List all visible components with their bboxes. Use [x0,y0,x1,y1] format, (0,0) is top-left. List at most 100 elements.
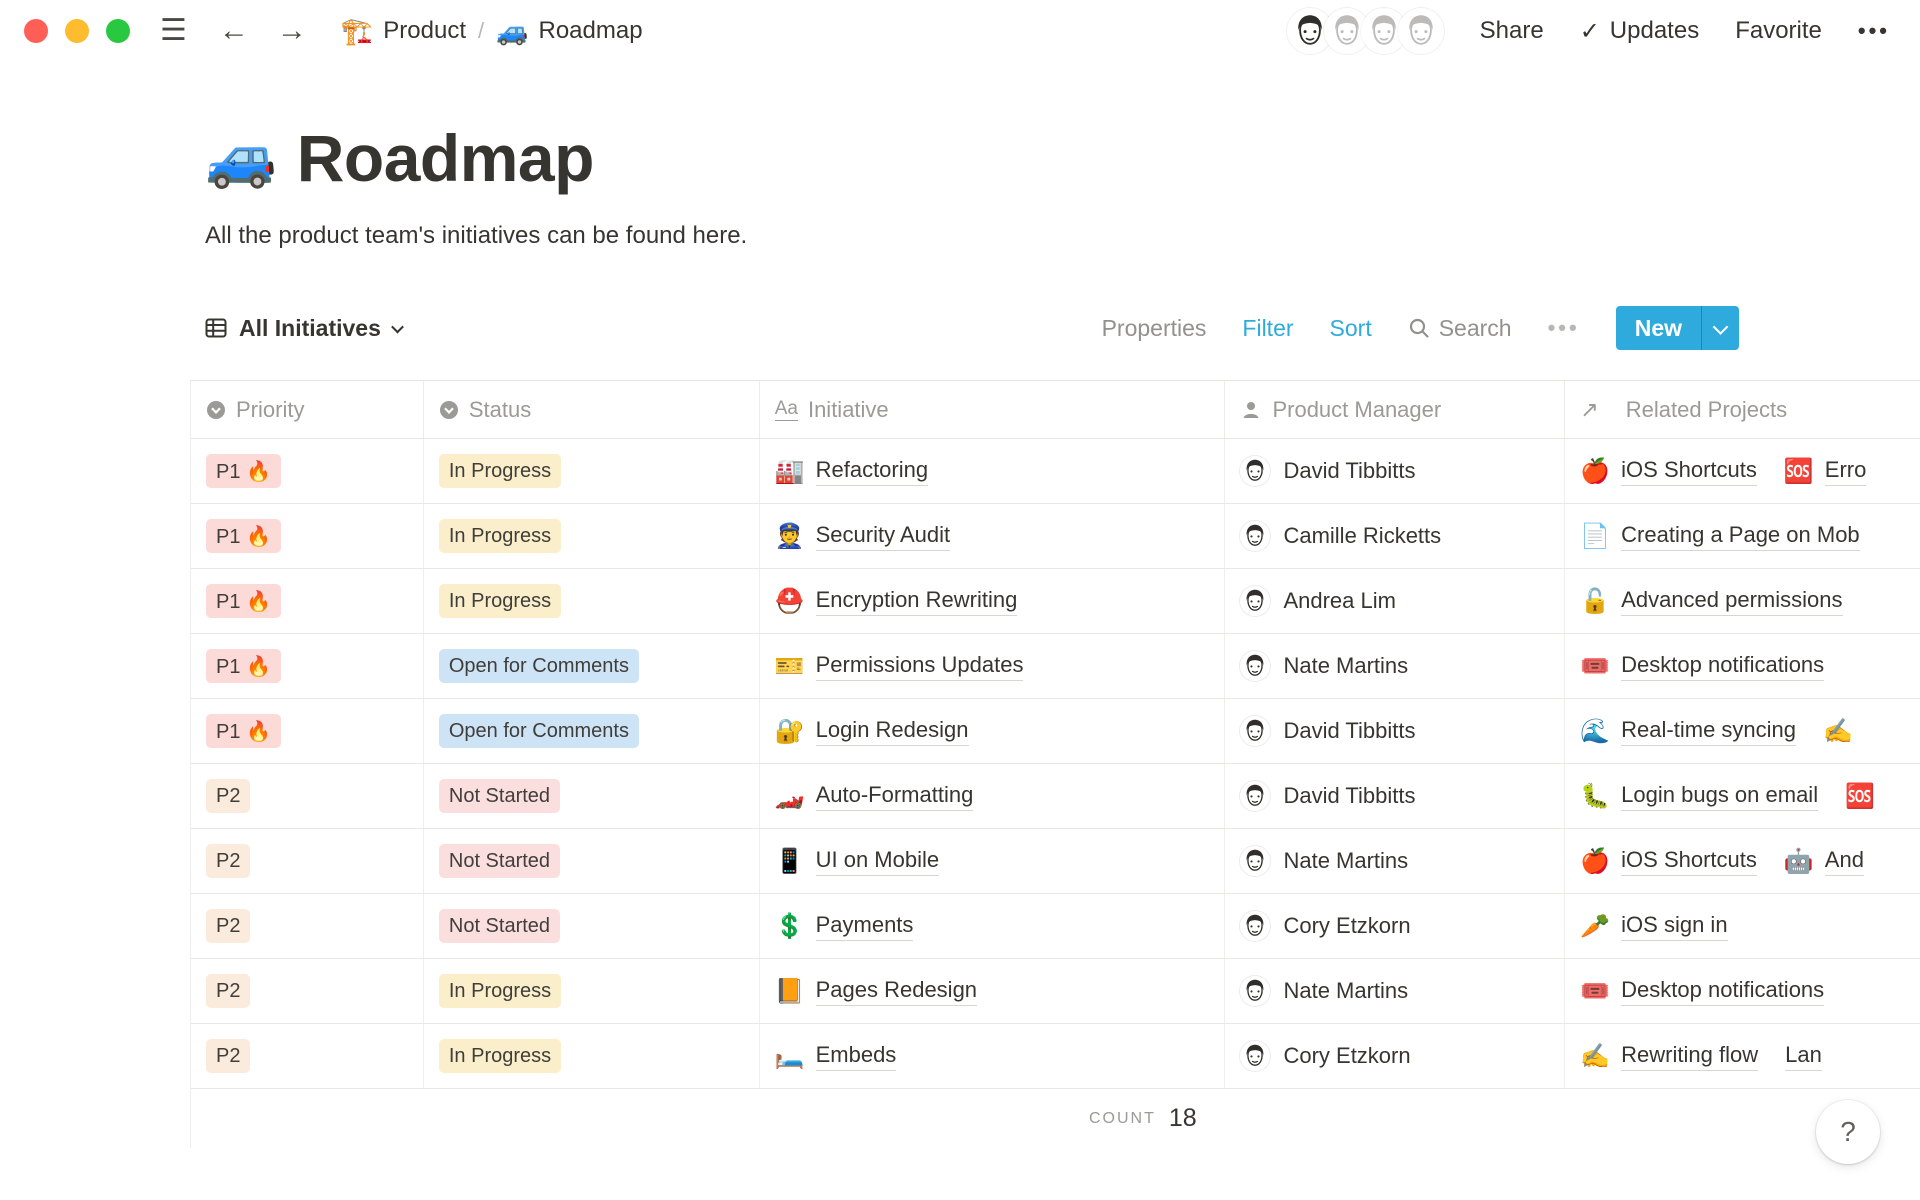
priority-cell[interactable]: P2 [191,829,424,893]
related-project-link[interactable]: 🎟️Desktop notifications [1580,652,1824,681]
initiative-link[interactable]: Permissions Updates [816,652,1024,681]
related-project-label: iOS Shortcuts [1621,457,1757,486]
new-button[interactable]: New [1616,306,1701,350]
priority-cell[interactable]: P2 [191,764,424,828]
related-project-label: Desktop notifications [1621,977,1824,1006]
related-project-link[interactable]: ✍️Rewriting flow [1580,1042,1758,1071]
page-car-icon[interactable]: 🚙 [205,124,277,192]
status-cell[interactable]: In Progress [424,1024,760,1088]
initiative-link[interactable]: Payments [816,912,914,941]
filter-button[interactable]: Filter [1242,315,1293,342]
status-cell[interactable]: Not Started [424,894,760,958]
initiative-link[interactable]: Auto-Formatting [816,782,974,811]
priority-cell[interactable]: P1 🔥 [191,634,424,698]
column-header-product-manager[interactable]: Product Manager [1225,381,1565,438]
status-cell[interactable]: In Progress [424,504,760,568]
view-switcher[interactable]: All Initiatives [205,315,402,342]
manager-cell[interactable]: David Tibbitts [1225,764,1565,828]
manager-avatar [1240,846,1270,876]
help-button[interactable]: ? [1816,1100,1880,1164]
properties-button[interactable]: Properties [1102,315,1207,342]
toolbar-more-icon[interactable]: ••• [1548,315,1580,341]
status-cell[interactable]: In Progress [424,569,760,633]
initiative-link[interactable]: Embeds [816,1042,897,1071]
priority-cell[interactable]: P2 [191,894,424,958]
priority-cell[interactable]: P2 [191,959,424,1023]
related-project-link[interactable]: ✍️ [1823,717,1864,746]
status-badge: In Progress [439,1039,561,1073]
column-header-related-projects[interactable]: ↗ Related Projects [1565,381,1920,438]
sort-button[interactable]: Sort [1330,315,1372,342]
manager-cell[interactable]: Cory Etzkorn [1225,1024,1565,1088]
related-project-link[interactable]: 🌊Real-time syncing [1580,717,1796,746]
minimize-window-button[interactable] [65,19,89,43]
column-header-status[interactable]: Status [424,381,760,438]
related-projects-cell: 🍎iOS Shortcuts 🆘Erro [1565,439,1920,503]
status-badge: Not Started [439,844,560,878]
related-project-link[interactable]: 🤖And [1784,847,1864,876]
select-property-icon [439,400,459,420]
priority-badge: P1 🔥 [206,649,281,683]
status-cell[interactable]: Not Started [424,829,760,893]
close-window-button[interactable] [24,19,48,43]
more-options-icon[interactable]: ••• [1858,18,1890,44]
related-project-label: Login bugs on email [1621,782,1818,811]
status-cell[interactable]: In Progress [424,959,760,1023]
related-project-link[interactable]: 🥕iOS sign in [1580,912,1727,941]
favorite-button[interactable]: Favorite [1735,17,1822,45]
manager-cell[interactable]: Cory Etzkorn [1225,894,1565,958]
breadcrumb-product[interactable]: 🏗️ Product [341,16,466,47]
breadcrumb-roadmap[interactable]: 🚙 Roadmap [496,16,642,47]
priority-cell[interactable]: P2 [191,1024,424,1088]
manager-cell[interactable]: David Tibbitts [1225,699,1565,763]
priority-cell[interactable]: P1 🔥 [191,569,424,633]
status-cell[interactable]: Open for Comments [424,634,760,698]
status-cell[interactable]: In Progress [424,439,760,503]
initiative-link[interactable]: Pages Redesign [816,977,977,1006]
initiative-link[interactable]: UI on Mobile [816,847,940,876]
manager-cell[interactable]: Andrea Lim [1225,569,1565,633]
search-button[interactable]: Search [1408,315,1512,342]
related-project-link[interactable]: 🐛Login bugs on email [1580,782,1818,811]
relation-property-icon: ↗ [1580,397,1598,423]
updates-button[interactable]: ✓ Updates [1580,17,1700,46]
count-value: 18 [1169,1104,1197,1133]
related-project-link[interactable]: 🆘 [1845,782,1886,811]
manager-cell[interactable]: Camille Ricketts [1225,504,1565,568]
avatar[interactable] [1398,8,1444,54]
related-project-link[interactable]: 📄Creating a Page on Mob [1580,522,1859,551]
related-project-link[interactable]: Lan [1785,1042,1822,1071]
related-projects-cell: 🎟️Desktop notifications [1565,959,1920,1023]
status-badge: In Progress [439,454,561,488]
share-button[interactable]: Share [1480,17,1544,45]
priority-cell[interactable]: P1 🔥 [191,439,424,503]
zoom-window-button[interactable] [106,19,130,43]
initiative-link[interactable]: Refactoring [816,457,929,486]
related-project-link[interactable]: 🍎iOS Shortcuts [1580,847,1757,876]
back-icon[interactable]: ← [219,16,249,46]
priority-cell[interactable]: P1 🔥 [191,504,424,568]
manager-cell[interactable]: David Tibbitts [1225,439,1565,503]
count-summary[interactable]: COUNT 18 [1089,1089,1197,1148]
initiative-emoji: 🎫 [775,652,805,681]
status-cell[interactable]: Open for Comments [424,699,760,763]
column-header-priority[interactable]: Priority [191,381,424,438]
manager-cell[interactable]: Nate Martins [1225,634,1565,698]
new-dropdown-button[interactable] [1701,306,1739,350]
related-project-link[interactable]: 🔓Advanced permissions [1580,587,1842,616]
related-project-link[interactable]: 🎟️Desktop notifications [1580,977,1824,1006]
column-label: Priority [236,397,304,423]
related-project-link[interactable]: 🍎iOS Shortcuts [1580,457,1757,486]
status-cell[interactable]: Not Started [424,764,760,828]
manager-cell[interactable]: Nate Martins [1225,959,1565,1023]
manager-cell[interactable]: Nate Martins [1225,829,1565,893]
initiative-link[interactable]: Encryption Rewriting [816,587,1018,616]
priority-cell[interactable]: P1 🔥 [191,699,424,763]
related-project-link[interactable]: 🆘Erro [1784,457,1866,486]
manager-name: David Tibbitts [1283,783,1415,809]
forward-icon[interactable]: → [277,16,307,46]
sidebar-menu-icon[interactable]: ☰ [160,16,187,46]
column-header-initiative[interactable]: Aa Initiative [760,381,1226,438]
initiative-link[interactable]: Login Redesign [816,717,969,746]
initiative-link[interactable]: Security Audit [816,522,951,551]
